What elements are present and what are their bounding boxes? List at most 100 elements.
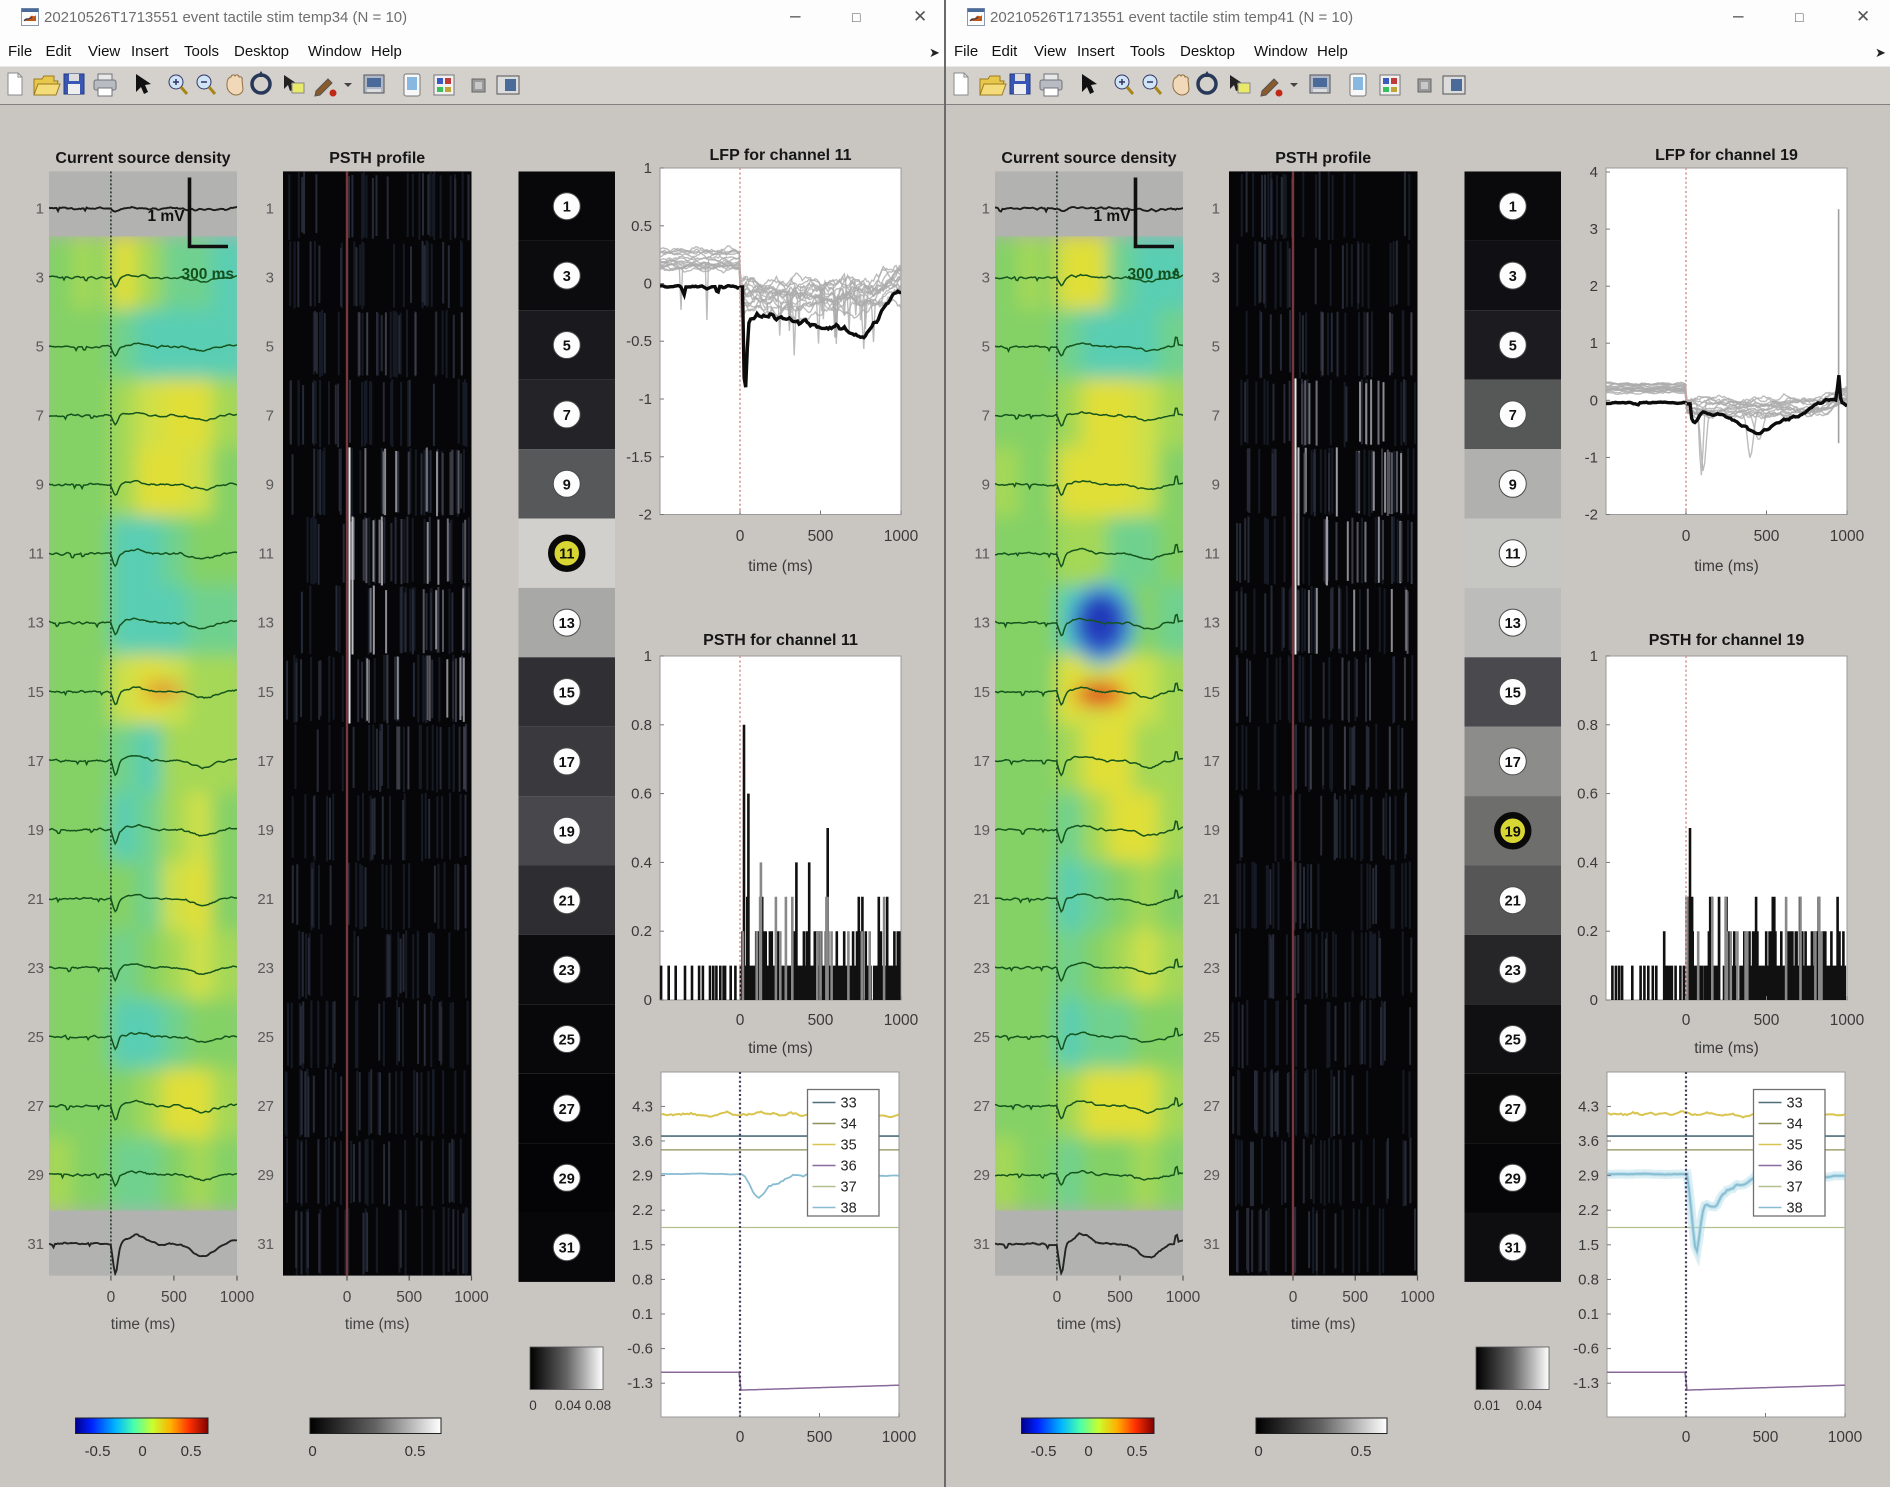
svg-text:0: 0 xyxy=(736,1012,745,1029)
svg-text:19: 19 xyxy=(1203,822,1220,839)
svg-text:1: 1 xyxy=(1212,201,1220,218)
svg-text:time (ms): time (ms) xyxy=(748,558,813,575)
svg-text:11: 11 xyxy=(258,546,274,563)
svg-text:1000: 1000 xyxy=(220,1289,255,1306)
svg-text:3.6: 3.6 xyxy=(632,1133,653,1150)
svg-text:1 mV: 1 mV xyxy=(148,208,186,225)
svg-text:7: 7 xyxy=(1212,408,1220,425)
svg-text:-2: -2 xyxy=(639,507,652,524)
svg-text:33: 33 xyxy=(1787,1096,1803,1112)
svg-text:31: 31 xyxy=(1505,1241,1521,1257)
svg-text:21: 21 xyxy=(1505,894,1521,910)
svg-text:500: 500 xyxy=(808,528,834,545)
svg-text:4.3: 4.3 xyxy=(1578,1098,1599,1115)
svg-text:21: 21 xyxy=(257,891,274,908)
svg-text:Current source density: Current source density xyxy=(1001,150,1176,167)
svg-text:25: 25 xyxy=(1203,1029,1220,1046)
svg-text:36: 36 xyxy=(1787,1159,1803,1175)
svg-text:1: 1 xyxy=(982,201,990,218)
svg-text:11: 11 xyxy=(559,547,574,563)
svg-text:0: 0 xyxy=(138,1443,146,1460)
svg-text:1: 1 xyxy=(266,201,274,218)
svg-text:25: 25 xyxy=(257,1029,274,1046)
svg-text:1000: 1000 xyxy=(1830,1012,1865,1029)
svg-text:15: 15 xyxy=(27,684,44,701)
svg-text:7: 7 xyxy=(266,408,274,425)
svg-text:15: 15 xyxy=(1505,686,1521,702)
svg-text:3: 3 xyxy=(982,270,990,287)
svg-text:4.3: 4.3 xyxy=(632,1098,653,1115)
svg-text:35: 35 xyxy=(1787,1138,1803,1154)
svg-text:Current source density: Current source density xyxy=(55,150,230,167)
svg-text:PSTH for channel 19: PSTH for channel 19 xyxy=(1649,632,1805,649)
svg-text:27: 27 xyxy=(1505,1102,1521,1118)
svg-text:27: 27 xyxy=(973,1098,990,1115)
svg-text:27: 27 xyxy=(559,1102,575,1118)
svg-text:15: 15 xyxy=(559,686,575,702)
svg-text:time (ms): time (ms) xyxy=(111,1316,176,1333)
svg-text:1.5: 1.5 xyxy=(632,1237,653,1254)
svg-text:0.6: 0.6 xyxy=(631,786,652,803)
svg-text:1: 1 xyxy=(1590,335,1598,352)
svg-text:31: 31 xyxy=(27,1236,44,1253)
svg-text:9: 9 xyxy=(1212,477,1220,494)
svg-text:1000: 1000 xyxy=(882,1429,917,1446)
svg-text:1000: 1000 xyxy=(1830,528,1865,545)
svg-text:9: 9 xyxy=(266,477,274,494)
svg-text:0.5: 0.5 xyxy=(1127,1443,1148,1460)
svg-text:3.6: 3.6 xyxy=(1578,1133,1599,1150)
svg-text:-1: -1 xyxy=(1585,449,1598,466)
svg-text:5: 5 xyxy=(36,339,44,356)
svg-text:19: 19 xyxy=(27,822,44,839)
svg-text:37: 37 xyxy=(841,1180,857,1196)
svg-text:29: 29 xyxy=(1203,1167,1220,1184)
svg-text:29: 29 xyxy=(973,1167,990,1184)
svg-text:500: 500 xyxy=(1754,1012,1780,1029)
svg-text:0: 0 xyxy=(1590,392,1598,409)
svg-text:0.1: 0.1 xyxy=(1578,1306,1599,1323)
svg-text:9: 9 xyxy=(1509,477,1517,493)
svg-text:-0.5: -0.5 xyxy=(1031,1443,1057,1460)
svg-text:15: 15 xyxy=(1203,684,1220,701)
svg-text:11: 11 xyxy=(1204,546,1220,563)
svg-text:4: 4 xyxy=(1590,164,1598,181)
svg-text:5: 5 xyxy=(1212,339,1220,356)
svg-text:23: 23 xyxy=(1203,960,1220,977)
svg-text:17: 17 xyxy=(973,753,990,770)
svg-text:LFP for channel 11: LFP for channel 11 xyxy=(710,147,852,164)
svg-text:11: 11 xyxy=(28,546,44,563)
svg-text:500: 500 xyxy=(161,1289,187,1306)
svg-text:9: 9 xyxy=(36,477,44,494)
svg-text:0: 0 xyxy=(1084,1443,1092,1460)
svg-text:19: 19 xyxy=(973,822,990,839)
svg-text:23: 23 xyxy=(973,960,990,977)
svg-text:33: 33 xyxy=(841,1096,857,1112)
svg-text:11: 11 xyxy=(974,546,990,563)
svg-text:1: 1 xyxy=(644,648,652,665)
svg-text:13: 13 xyxy=(1203,615,1220,632)
svg-text:0: 0 xyxy=(736,528,745,545)
svg-text:0: 0 xyxy=(644,276,652,293)
svg-text:7: 7 xyxy=(982,408,990,425)
svg-text:0.5: 0.5 xyxy=(181,1443,202,1460)
svg-text:21: 21 xyxy=(1203,891,1220,908)
svg-text:0.6: 0.6 xyxy=(1577,786,1598,803)
svg-text:time (ms): time (ms) xyxy=(748,1040,813,1057)
svg-text:0.4: 0.4 xyxy=(631,854,652,871)
svg-text:34: 34 xyxy=(1787,1117,1803,1133)
svg-text:0: 0 xyxy=(1289,1289,1298,1306)
svg-text:0: 0 xyxy=(1053,1289,1062,1306)
svg-text:0.8: 0.8 xyxy=(1577,717,1598,734)
svg-text:time (ms): time (ms) xyxy=(1057,1316,1122,1333)
svg-text:19: 19 xyxy=(257,822,274,839)
svg-text:25: 25 xyxy=(1505,1033,1521,1049)
svg-text:0.08: 0.08 xyxy=(585,1398,611,1413)
svg-text:5: 5 xyxy=(563,339,571,355)
svg-text:time (ms): time (ms) xyxy=(1291,1316,1356,1333)
svg-text:13: 13 xyxy=(559,616,575,632)
svg-text:11: 11 xyxy=(1505,547,1520,563)
svg-text:1.5: 1.5 xyxy=(1578,1237,1599,1254)
svg-text:1000: 1000 xyxy=(454,1289,489,1306)
svg-text:0: 0 xyxy=(736,1429,745,1446)
svg-text:0: 0 xyxy=(1254,1443,1262,1460)
